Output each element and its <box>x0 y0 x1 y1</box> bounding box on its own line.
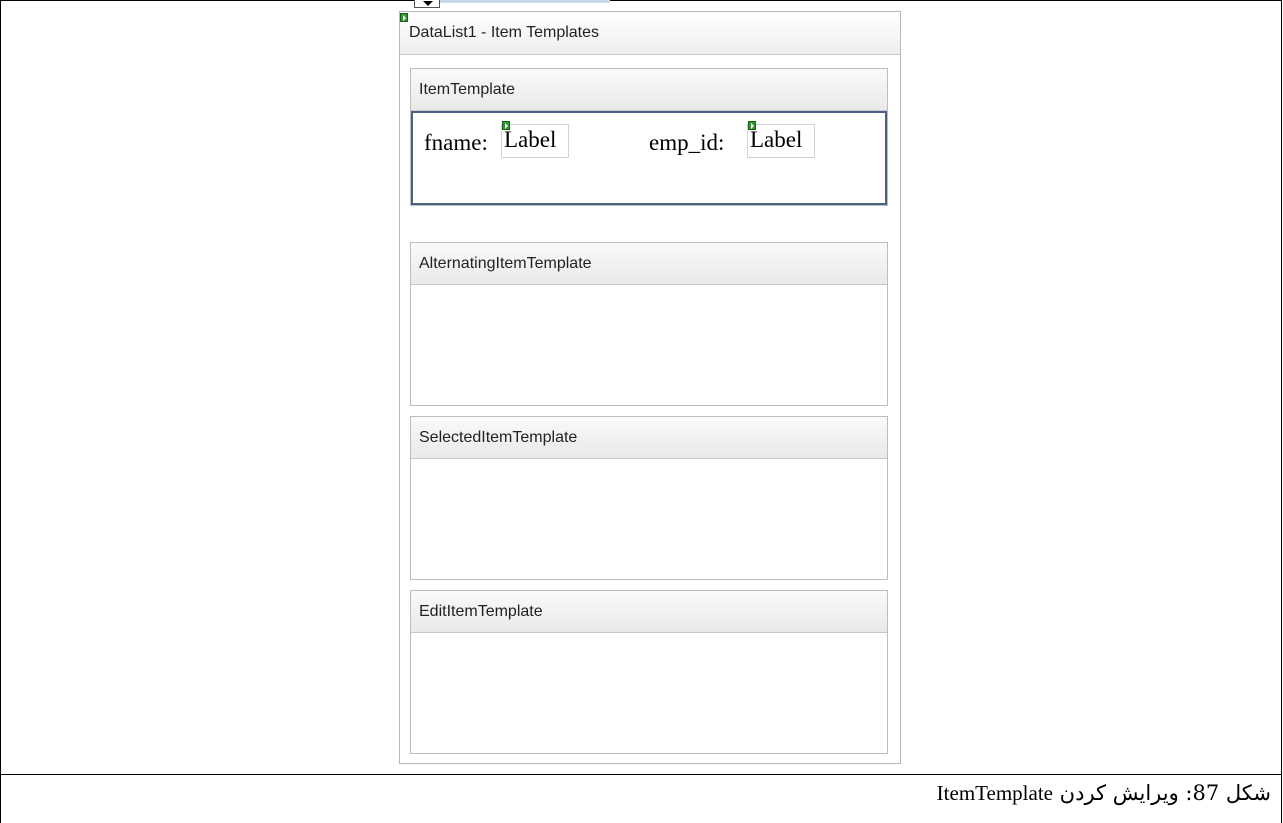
section-title: AlternatingItemTemplate <box>419 255 592 272</box>
section-title: SelectedItemTemplate <box>419 429 578 446</box>
section-header: ItemTemplate <box>411 69 887 111</box>
edit-item-template-edit-area[interactable] <box>411 633 887 753</box>
item-template-edit-area[interactable]: fname: Label emp_id: Label <box>411 111 887 205</box>
designer-header: DataList1 - Item Templates <box>400 12 900 55</box>
label-control-text: Label <box>504 127 557 152</box>
edit-item-template-section[interactable]: EditItemTemplate <box>410 590 888 754</box>
server-control-marker-icon <box>748 121 756 130</box>
section-header: AlternatingItemTemplate <box>411 243 887 285</box>
section-title: ItemTemplate <box>419 81 516 98</box>
fname-prefix: fname: <box>424 130 488 155</box>
fname-label-control[interactable]: Label <box>501 124 569 158</box>
selected-item-template-section[interactable]: SelectedItemTemplate <box>410 416 888 580</box>
designer-title: DataList1 - Item Templates <box>409 24 600 41</box>
server-control-marker-icon <box>502 121 510 130</box>
table-divider <box>0 774 1282 775</box>
section-header: SelectedItemTemplate <box>411 417 887 459</box>
section-title: EditItemTemplate <box>419 603 543 620</box>
figure-caption: شکل 87: ویرایش کردن ItemTemplate <box>937 781 1271 806</box>
item-template-section[interactable]: ItemTemplate fname: Label emp_id: Label <box>410 68 888 206</box>
smart-tag-arrow-icon[interactable] <box>414 0 440 8</box>
section-header: EditItemTemplate <box>411 591 887 633</box>
control-selection-bar <box>440 0 610 3</box>
alternating-item-template-section[interactable]: AlternatingItemTemplate <box>410 242 888 406</box>
emp-id-label-control[interactable]: Label <box>747 124 815 158</box>
label-control-text: Label <box>750 127 803 152</box>
alternating-item-template-edit-area[interactable] <box>411 285 887 405</box>
caption-persian-text: شکل 87: ویرایش کردن <box>1059 781 1271 805</box>
selected-item-template-edit-area[interactable] <box>411 459 887 579</box>
emp-id-prefix: emp_id: <box>649 130 725 155</box>
server-control-marker-icon <box>400 13 408 22</box>
datalist-designer-panel[interactable]: DataList1 - Item Templates ItemTemplate … <box>399 11 901 764</box>
caption-english-text: ItemTemplate <box>936 781 1053 805</box>
